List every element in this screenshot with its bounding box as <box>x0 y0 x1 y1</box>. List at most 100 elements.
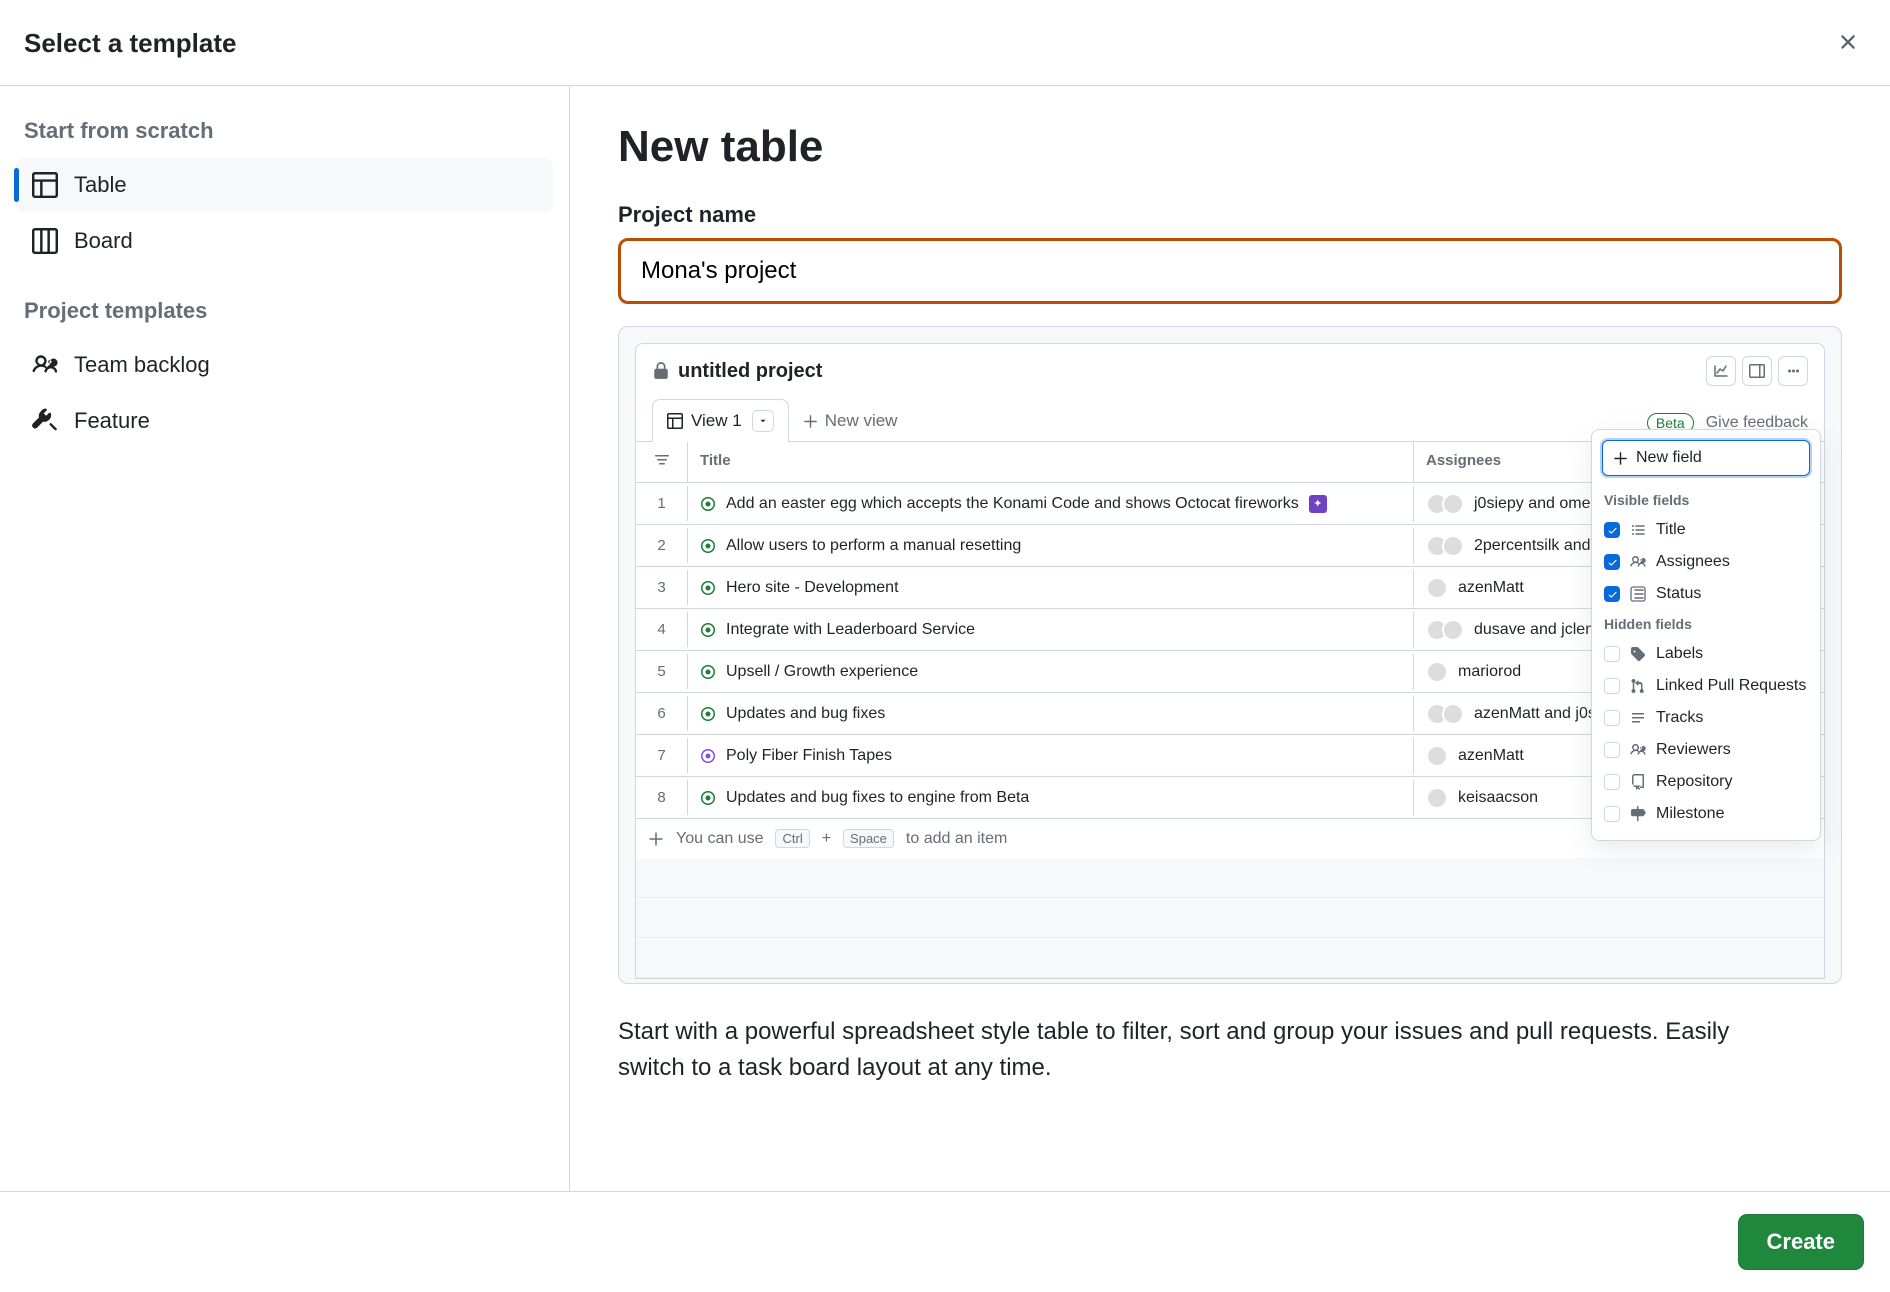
row-number: 2 <box>636 528 688 563</box>
field-icon <box>1630 586 1646 602</box>
project-name-input[interactable] <box>623 243 1837 299</box>
row-title[interactable]: Integrate with Leaderboard Service <box>688 612 1414 648</box>
checkbox-checked[interactable] <box>1604 586 1620 602</box>
checkbox-unchecked[interactable] <box>1604 806 1620 822</box>
filter-button[interactable] <box>636 442 688 482</box>
field-toggle[interactable]: Title <box>1602 514 1810 546</box>
checkbox-checked[interactable] <box>1604 554 1620 570</box>
sidebar-item-label: Team backlog <box>74 352 210 378</box>
more-button[interactable] <box>1778 356 1808 386</box>
sidebar-item-table[interactable]: Table <box>16 158 553 212</box>
row-title[interactable]: Upsell / Growth experience <box>688 654 1414 690</box>
new-field-button[interactable]: New field <box>1602 440 1810 476</box>
tools-icon <box>32 408 58 434</box>
caret-down-icon <box>758 416 768 426</box>
field-icon <box>1630 710 1646 726</box>
avatar <box>1426 577 1448 599</box>
row-number: 8 <box>636 780 688 815</box>
sidebar-section-templates: Project templates <box>16 290 553 338</box>
field-icon <box>1630 806 1646 822</box>
graph-icon <box>1713 363 1729 379</box>
issue-icon <box>700 790 716 806</box>
project-name-label: Project name <box>618 202 1842 228</box>
panel-icon <box>1749 363 1765 379</box>
row-title[interactable]: Poly Fiber Finish Tapes <box>688 738 1414 774</box>
avatar <box>1442 703 1464 725</box>
field-icon <box>1630 646 1646 662</box>
preview-project-title: untitled project <box>652 360 822 383</box>
checkbox-unchecked[interactable] <box>1604 710 1620 726</box>
sidebar: Start from scratch Table Board Project t… <box>0 86 570 1191</box>
field-icon <box>1630 742 1646 758</box>
field-icon <box>1630 774 1646 790</box>
row-number: 5 <box>636 654 688 689</box>
row-number: 7 <box>636 738 688 773</box>
avatar <box>1426 661 1448 683</box>
row-number: 4 <box>636 612 688 647</box>
new-view-button[interactable]: New view <box>789 401 912 441</box>
row-number: 3 <box>636 570 688 605</box>
board-icon <box>32 228 58 254</box>
avatar <box>1442 493 1464 515</box>
issue-icon <box>700 622 716 638</box>
page-heading: New table <box>618 122 1842 172</box>
create-button[interactable]: Create <box>1738 1214 1864 1270</box>
hidden-fields-label: Hidden fields <box>1602 610 1810 638</box>
row-title[interactable]: Updates and bug fixes to engine from Bet… <box>688 780 1414 816</box>
plus-icon <box>1613 451 1628 466</box>
issue-icon <box>700 748 716 764</box>
insights-button[interactable] <box>1706 356 1736 386</box>
checkbox-unchecked[interactable] <box>1604 742 1620 758</box>
issue-icon <box>700 496 716 512</box>
kebab-icon <box>1785 363 1801 379</box>
plus-icon <box>803 414 818 429</box>
sidebar-item-label: Board <box>74 228 133 254</box>
checkbox-unchecked[interactable] <box>1604 678 1620 694</box>
field-toggle[interactable]: Status <box>1602 578 1810 610</box>
issue-icon <box>700 580 716 596</box>
row-number: 6 <box>636 696 688 731</box>
field-toggle[interactable]: Tracks <box>1602 702 1810 734</box>
field-toggle[interactable]: Assignees <box>1602 546 1810 578</box>
table-icon <box>32 172 58 198</box>
table-icon <box>667 413 683 429</box>
field-toggle[interactable]: Repository <box>1602 766 1810 798</box>
field-toggle[interactable]: Reviewers <box>1602 734 1810 766</box>
plus-icon <box>648 831 664 847</box>
sidebar-item-label: Table <box>74 172 127 198</box>
row-title[interactable]: Hero site - Development <box>688 570 1414 606</box>
field-icon <box>1630 554 1646 570</box>
sidebar-item-feature[interactable]: Feature <box>16 394 553 448</box>
sparkle-icon: ✦ <box>1309 495 1327 513</box>
panel-button[interactable] <box>1742 356 1772 386</box>
issue-icon <box>700 706 716 722</box>
field-toggle[interactable]: Labels <box>1602 638 1810 670</box>
check-icon <box>1607 525 1618 536</box>
visible-fields-label: Visible fields <box>1602 486 1810 514</box>
row-title[interactable]: Updates and bug fixes <box>688 696 1414 732</box>
fields-popover: New field Visible fields TitleAssigneesS… <box>1591 429 1821 841</box>
view-tab[interactable]: View 1 <box>652 399 789 442</box>
modal-title: Select a template <box>24 28 236 59</box>
checkbox-unchecked[interactable] <box>1604 646 1620 662</box>
sidebar-item-label: Feature <box>74 408 150 434</box>
avatar <box>1442 619 1464 641</box>
field-toggle[interactable]: Linked Pull Requests <box>1602 670 1810 702</box>
checkbox-checked[interactable] <box>1604 522 1620 538</box>
close-button[interactable] <box>1830 24 1866 63</box>
field-icon <box>1630 678 1646 694</box>
avatar <box>1426 787 1448 809</box>
sidebar-item-board[interactable]: Board <box>16 214 553 268</box>
close-icon <box>1836 30 1860 54</box>
row-title[interactable]: Add an easter egg which accepts the Kona… <box>688 486 1414 522</box>
people-icon <box>32 352 58 378</box>
column-title[interactable]: Title <box>688 442 1414 482</box>
checkbox-unchecked[interactable] <box>1604 774 1620 790</box>
sidebar-item-team-backlog[interactable]: Team backlog <box>16 338 553 392</box>
view-tab-menu[interactable] <box>752 410 774 432</box>
template-description: Start with a powerful spreadsheet style … <box>618 1014 1778 1086</box>
row-title[interactable]: Allow users to perform a manual resettin… <box>688 528 1414 564</box>
kbd-ctrl: Ctrl <box>775 829 809 848</box>
field-toggle[interactable]: Milestone <box>1602 798 1810 830</box>
check-icon <box>1607 589 1618 600</box>
